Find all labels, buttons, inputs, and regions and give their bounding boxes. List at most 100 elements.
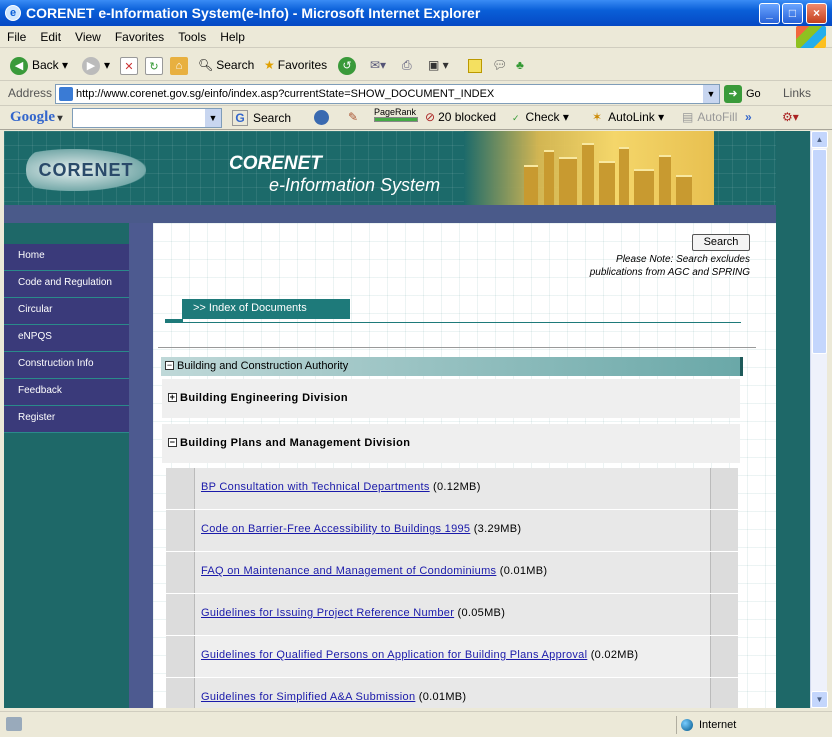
menu-file[interactable]: File: [0, 26, 33, 44]
notes-button[interactable]: [468, 55, 482, 75]
division-building-engineering[interactable]: + Building Engineering Division: [162, 379, 740, 418]
history-button[interactable]: ↺: [338, 55, 360, 75]
scroll-up-icon[interactable]: ▲: [811, 131, 828, 148]
discuss-icon: 💬︎: [492, 58, 508, 72]
autolink-button[interactable]: ✶ AutoLink ▾: [592, 110, 664, 124]
close-button[interactable]: ×: [806, 3, 827, 24]
nav-construction-info[interactable]: Construction Info: [4, 352, 129, 379]
pagerank-bar: [374, 117, 418, 122]
links-button[interactable]: Links: [783, 86, 811, 100]
ie-icon: e: [5, 5, 21, 21]
stop-button[interactable]: ✕: [120, 55, 142, 75]
page-viewport: CORENET CORENET e-Information System Hom…: [4, 131, 810, 708]
main-content: Search Please Note: Search excludes publ…: [153, 223, 776, 708]
document-size: (0.01MB): [418, 691, 467, 703]
popup-blocker-icon: ⊘: [425, 110, 436, 124]
go-button[interactable]: ➜ Go: [724, 84, 761, 104]
window-title-bar: e CORENET e-Information System(e-Info) -…: [0, 0, 832, 26]
nav-enpqs[interactable]: eNPQS: [4, 325, 129, 352]
collapse-icon[interactable]: −: [168, 438, 177, 447]
messenger-button[interactable]: ♣: [516, 55, 524, 75]
menu-tools[interactable]: Tools: [171, 26, 213, 44]
back-button[interactable]: ◀ Back ▾: [10, 55, 68, 75]
spellcheck-button[interactable]: ✓ Check ▾: [512, 110, 569, 124]
standard-toolbar: ◀ Back ▾ ▶ ▾ ✕ ↻ ⌂ 🔍︎ Search ★ Favorites ↺ ✉…: [0, 49, 832, 81]
popup-blocker-button[interactable]: ⊘ 20 blocked: [425, 110, 496, 124]
refresh-button[interactable]: ↻: [145, 55, 167, 75]
google-logo[interactable]: Google ▾: [10, 109, 63, 126]
address-dropdown-icon[interactable]: ▼: [703, 85, 719, 103]
google-news-button[interactable]: [314, 110, 333, 126]
document-link[interactable]: Guidelines for Simplified A&A Submission: [201, 691, 415, 703]
mail-icon: ✉▾: [370, 58, 387, 72]
pagerank-indicator: PageRank: [374, 107, 418, 122]
spellcheck-icon: ✓: [512, 113, 520, 123]
nav-circular[interactable]: Circular: [4, 298, 129, 325]
document-size: (0.02MB): [590, 649, 639, 661]
autofill-button[interactable]: ▤ AutoFill: [682, 110, 737, 124]
printer-icon: ⎙: [402, 58, 412, 72]
document-size: (3.29MB): [473, 523, 522, 535]
address-input[interactable]: http://www.corenet.gov.sg/einfo/index.as…: [55, 84, 720, 104]
document-size: (0.12MB): [433, 481, 481, 493]
document-link[interactable]: Code on Barrier-Free Accessibility to Bu…: [201, 523, 470, 535]
menu-help[interactable]: Help: [213, 26, 252, 44]
nav-feedback[interactable]: Feedback: [4, 379, 129, 406]
banner-title: CORENET: [229, 153, 322, 174]
nav-home[interactable]: Home: [4, 244, 129, 271]
mail-button[interactable]: ✉▾: [370, 55, 386, 75]
menu-view[interactable]: View: [68, 26, 108, 44]
globe-icon: [314, 110, 329, 126]
home-button[interactable]: ⌂: [170, 55, 192, 75]
discuss-button[interactable]: 💬︎: [492, 55, 507, 75]
status-bar: Internet: [0, 711, 832, 737]
scroll-down-icon[interactable]: ▼: [811, 691, 828, 708]
nav-code-and-regulation[interactable]: Code and Regulation: [4, 271, 129, 298]
authority-header[interactable]: − Building and Construction Authority: [161, 357, 743, 376]
list-item: BP Consultation with Technical Departmen…: [166, 468, 738, 510]
history-icon: ↺: [338, 56, 356, 75]
document-link[interactable]: FAQ on Maintenance and Management of Con…: [201, 565, 496, 577]
division-building-plans[interactable]: − Building Plans and Management Division: [162, 424, 740, 463]
nav-register[interactable]: Register: [4, 406, 129, 433]
google-g-icon: G: [232, 110, 248, 126]
page-info-button[interactable]: ✎: [348, 110, 358, 124]
search-button[interactable]: Search: [692, 234, 750, 251]
scroll-thumb[interactable]: [812, 149, 827, 354]
edit-button[interactable]: ▣ ▾: [428, 55, 449, 75]
document-size: (0.01MB): [499, 565, 548, 577]
collapse-icon[interactable]: −: [165, 361, 174, 370]
minimize-button[interactable]: _: [759, 3, 780, 24]
banner-subtitle: e-Information System: [269, 175, 441, 195]
settings-icon[interactable]: ⚙▾: [782, 110, 799, 124]
list-item: FAQ on Maintenance and Management of Con…: [166, 552, 738, 594]
globe-icon: [681, 719, 693, 732]
autolink-icon: ✶: [592, 110, 603, 124]
autofill-icon: ▤: [682, 110, 694, 124]
menu-favorites[interactable]: Favorites: [108, 26, 171, 44]
document-size: (0.05MB): [457, 607, 506, 619]
corenet-logo[interactable]: CORENET: [26, 149, 146, 191]
print-button[interactable]: ⎙: [402, 55, 412, 75]
security-zone: Internet: [676, 716, 736, 734]
document-link[interactable]: BP Consultation with Technical Departmen…: [201, 481, 430, 493]
vertical-scrollbar[interactable]: ▲ ▼: [810, 131, 828, 708]
expand-icon[interactable]: +: [168, 393, 177, 402]
search-button[interactable]: 🔍︎ Search: [198, 55, 254, 75]
document-link[interactable]: Guidelines for Issuing Project Reference…: [201, 607, 454, 619]
google-search-input[interactable]: ▼: [72, 108, 222, 128]
list-item: Guidelines for Simplified A&A Submission…: [166, 678, 738, 708]
forward-button[interactable]: ▶ ▾: [82, 55, 110, 75]
google-search-button[interactable]: G Search: [232, 110, 291, 126]
windows-logo-icon: [796, 26, 826, 48]
google-search-dropdown-icon[interactable]: ▼: [205, 109, 221, 127]
favorites-button[interactable]: ★ Favorites: [264, 55, 327, 75]
address-label: Address: [8, 86, 53, 100]
menu-bar: File Edit View Favorites Tools Help: [0, 26, 832, 48]
menu-edit[interactable]: Edit: [33, 26, 68, 44]
messenger-icon: ♣: [516, 58, 524, 72]
toolbar-overflow-chevron-icon[interactable]: »: [745, 110, 752, 124]
refresh-icon: ↻: [145, 56, 163, 75]
document-link[interactable]: Guidelines for Qualified Persons on Appl…: [201, 649, 587, 661]
maximize-button[interactable]: □: [782, 3, 803, 24]
